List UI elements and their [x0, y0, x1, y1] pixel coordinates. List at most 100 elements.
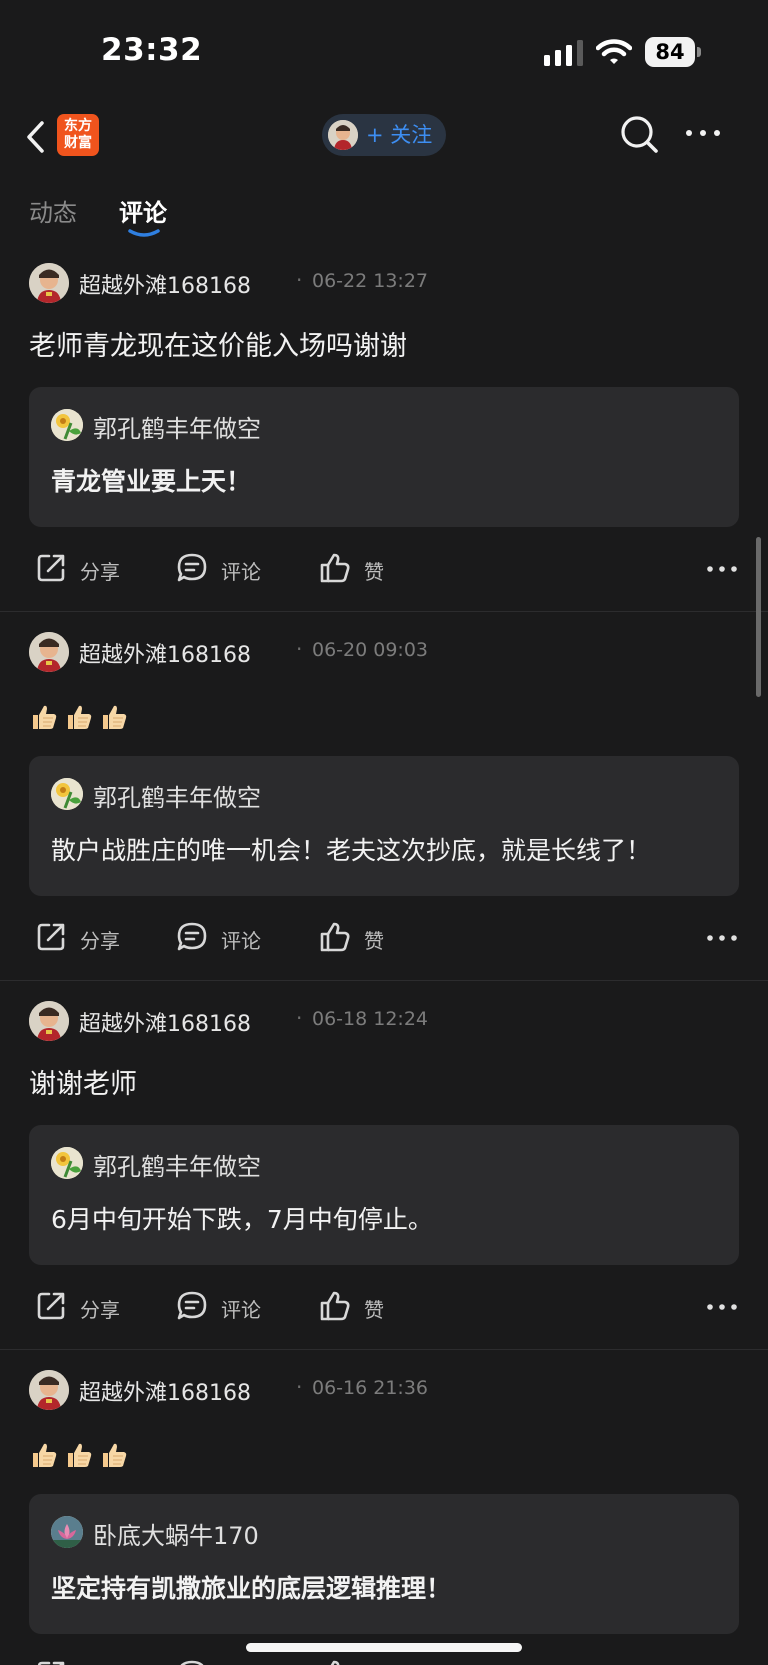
post-content-emoji [29, 698, 739, 734]
status-bar: 23:32 84 [0, 0, 768, 105]
meta-separator: · [296, 1006, 303, 1030]
cartoon-avatar-icon [328, 120, 358, 150]
more-options-icon[interactable] [705, 1301, 739, 1313]
status-time: 23:32 [101, 32, 203, 68]
share-icon [37, 554, 65, 582]
author-avatar[interactable] [29, 263, 69, 303]
wifi-icon [596, 39, 632, 64]
cellular-signal-icon [544, 40, 583, 66]
post-content: 谢谢老师 [29, 1069, 137, 1100]
scrollbar[interactable] [756, 537, 761, 697]
author-avatar[interactable] [29, 1370, 69, 1410]
quoted-author-avatar [51, 778, 83, 810]
cartoon-avatar-icon [29, 263, 69, 303]
comment-card: 超越外滩168168 · 06-20 09:03 郭孔鹤丰年做空 散户战胜庄的唯一机会！… [0, 612, 768, 981]
post-actions: 分享 评论 赞 [29, 896, 739, 980]
like-thumb-icon [320, 922, 350, 952]
quoted-post-text: 青龙管业要上天！ [51, 467, 252, 496]
quoted-author-name[interactable]: 郭孔鹤丰年做空 [93, 1147, 261, 1182]
brand-logo-line1: 东方 [64, 118, 92, 134]
author-name[interactable]: 超越外滩168168 [79, 268, 251, 300]
author-name[interactable]: 超越外滩168168 [79, 1375, 251, 1407]
like-thumb-icon [320, 1291, 350, 1321]
quoted-post-text: 坚定持有凯撒旅业的底层逻辑推理！ [51, 1574, 452, 1603]
thumbs-up-emoji-icon [33, 705, 57, 729]
post-actions: 分享 评论 赞 [29, 1265, 739, 1349]
yellow-flower-avatar-icon [51, 778, 83, 810]
search-icon[interactable] [618, 113, 660, 155]
follow-label: + 关注 [366, 123, 433, 147]
share-icon [37, 1661, 65, 1665]
more-options-icon[interactable] [705, 932, 739, 944]
battery-indicator: 84 [645, 37, 701, 67]
comment-card: 超越外滩168168 · 06-16 21:36 卧底大蜗牛170 坚定持有凯撒旅业的底… [0, 1350, 768, 1665]
like-label: 赞 [364, 929, 384, 953]
author-name[interactable]: 超越外滩168168 [79, 637, 251, 669]
comment-label: 评论 [221, 1298, 261, 1322]
quoted-post[interactable]: 卧底大蜗牛170 坚定持有凯撒旅业的底层逻辑推理！ [29, 1494, 739, 1634]
brand-logo[interactable]: 东方 财富 [57, 114, 99, 156]
quoted-author-avatar [51, 1147, 83, 1179]
quoted-author-avatar [51, 1516, 83, 1548]
quoted-author-name[interactable]: 卧底大蜗牛170 [93, 1516, 259, 1551]
yellow-flower-avatar-icon [51, 409, 83, 441]
post-header: 超越外滩168168 · 06-18 12:24 [29, 999, 739, 1043]
share-icon [37, 923, 65, 951]
yellow-flower-avatar-icon [51, 1147, 83, 1179]
back-arrow-icon[interactable] [22, 117, 50, 157]
comment-card: 超越外滩168168 · 06-18 12:24 谢谢老师郭孔鹤丰年做空 6月中旬开始下… [0, 981, 768, 1350]
share-label: 分享 [80, 929, 120, 953]
quoted-post[interactable]: 郭孔鹤丰年做空 6月中旬开始下跌，7月中旬停止。 [29, 1125, 739, 1265]
comment-icon [177, 922, 207, 951]
quoted-post-header: 郭孔鹤丰年做空 [51, 407, 717, 443]
share-label: 分享 [80, 560, 120, 584]
app-screen: 23:32 84 东方 财富 + 关注 动态 评论 超越外滩168168 · 0… [0, 0, 768, 1665]
tab-dynamics[interactable]: 动态 [29, 193, 77, 228]
tab-comments[interactable]: 评论 [119, 193, 167, 228]
thumbs-up-emoji-icon [68, 1443, 92, 1467]
like-thumb-icon [320, 553, 350, 583]
more-options-icon[interactable] [705, 563, 739, 575]
nav-bar: 东方 财富 + 关注 [0, 105, 768, 175]
user-avatar [328, 120, 358, 150]
home-indicator[interactable] [246, 1643, 522, 1652]
quoted-author-name[interactable]: 郭孔鹤丰年做空 [93, 778, 261, 813]
lotus-avatar-icon [51, 1516, 83, 1548]
like-label: 赞 [364, 1298, 384, 1322]
comment-card: 超越外滩168168 · 06-22 13:27 老师青龙现在这价能入场吗谢谢 郭孔鹤丰… [0, 243, 768, 612]
quoted-post[interactable]: 郭孔鹤丰年做空 散户战胜庄的唯一机会！老夫这次抄底，就是长线了！ [29, 756, 739, 896]
comment-icon [177, 1291, 207, 1320]
thumbs-up-emoji-icon [33, 1443, 57, 1467]
post-actions: 分享 评论 赞 [29, 527, 739, 611]
post-header: 超越外滩168168 · 06-22 13:27 [29, 261, 739, 305]
thumbs-up-emoji-icon [103, 705, 127, 729]
battery-level: 84 [645, 37, 695, 67]
like-label: 赞 [364, 560, 384, 584]
quoted-post[interactable]: 郭孔鹤丰年做空青龙管业要上天！ [29, 387, 739, 527]
post-header: 超越外滩168168 · 06-20 09:03 [29, 630, 739, 674]
author-avatar[interactable] [29, 1001, 69, 1041]
author-avatar[interactable] [29, 632, 69, 672]
author-name[interactable]: 超越外滩168168 [79, 1006, 251, 1038]
like-thumb-icon [330, 1660, 340, 1665]
post-content-emoji [29, 1436, 739, 1472]
meta-separator: · [296, 637, 303, 661]
comment-label: 评论 [221, 560, 261, 584]
post-timestamp: 06-20 09:03 [312, 639, 429, 661]
cartoon-avatar-icon [29, 1001, 69, 1041]
battery-tip [697, 47, 701, 57]
thumbs-up-emoji-icon [68, 705, 92, 729]
thumbs-up-emoji-icon [103, 1443, 127, 1467]
quoted-post-header: 郭孔鹤丰年做空 [51, 1145, 717, 1181]
comment-icon [180, 1660, 204, 1665]
quoted-author-name[interactable]: 郭孔鹤丰年做空 [93, 409, 261, 444]
share-icon [37, 1292, 65, 1320]
comment-label: 评论 [221, 929, 261, 953]
post-timestamp: 06-18 12:24 [312, 1008, 429, 1030]
more-options-icon[interactable] [683, 123, 723, 143]
follow-button[interactable]: + 关注 [322, 114, 446, 156]
quoted-post-text: 6月中旬开始下跌，7月中旬停止。 [51, 1205, 433, 1234]
quoted-author-avatar [51, 409, 83, 441]
post-timestamp: 06-16 21:36 [312, 1377, 429, 1399]
brand-logo-line2: 财富 [64, 135, 92, 151]
